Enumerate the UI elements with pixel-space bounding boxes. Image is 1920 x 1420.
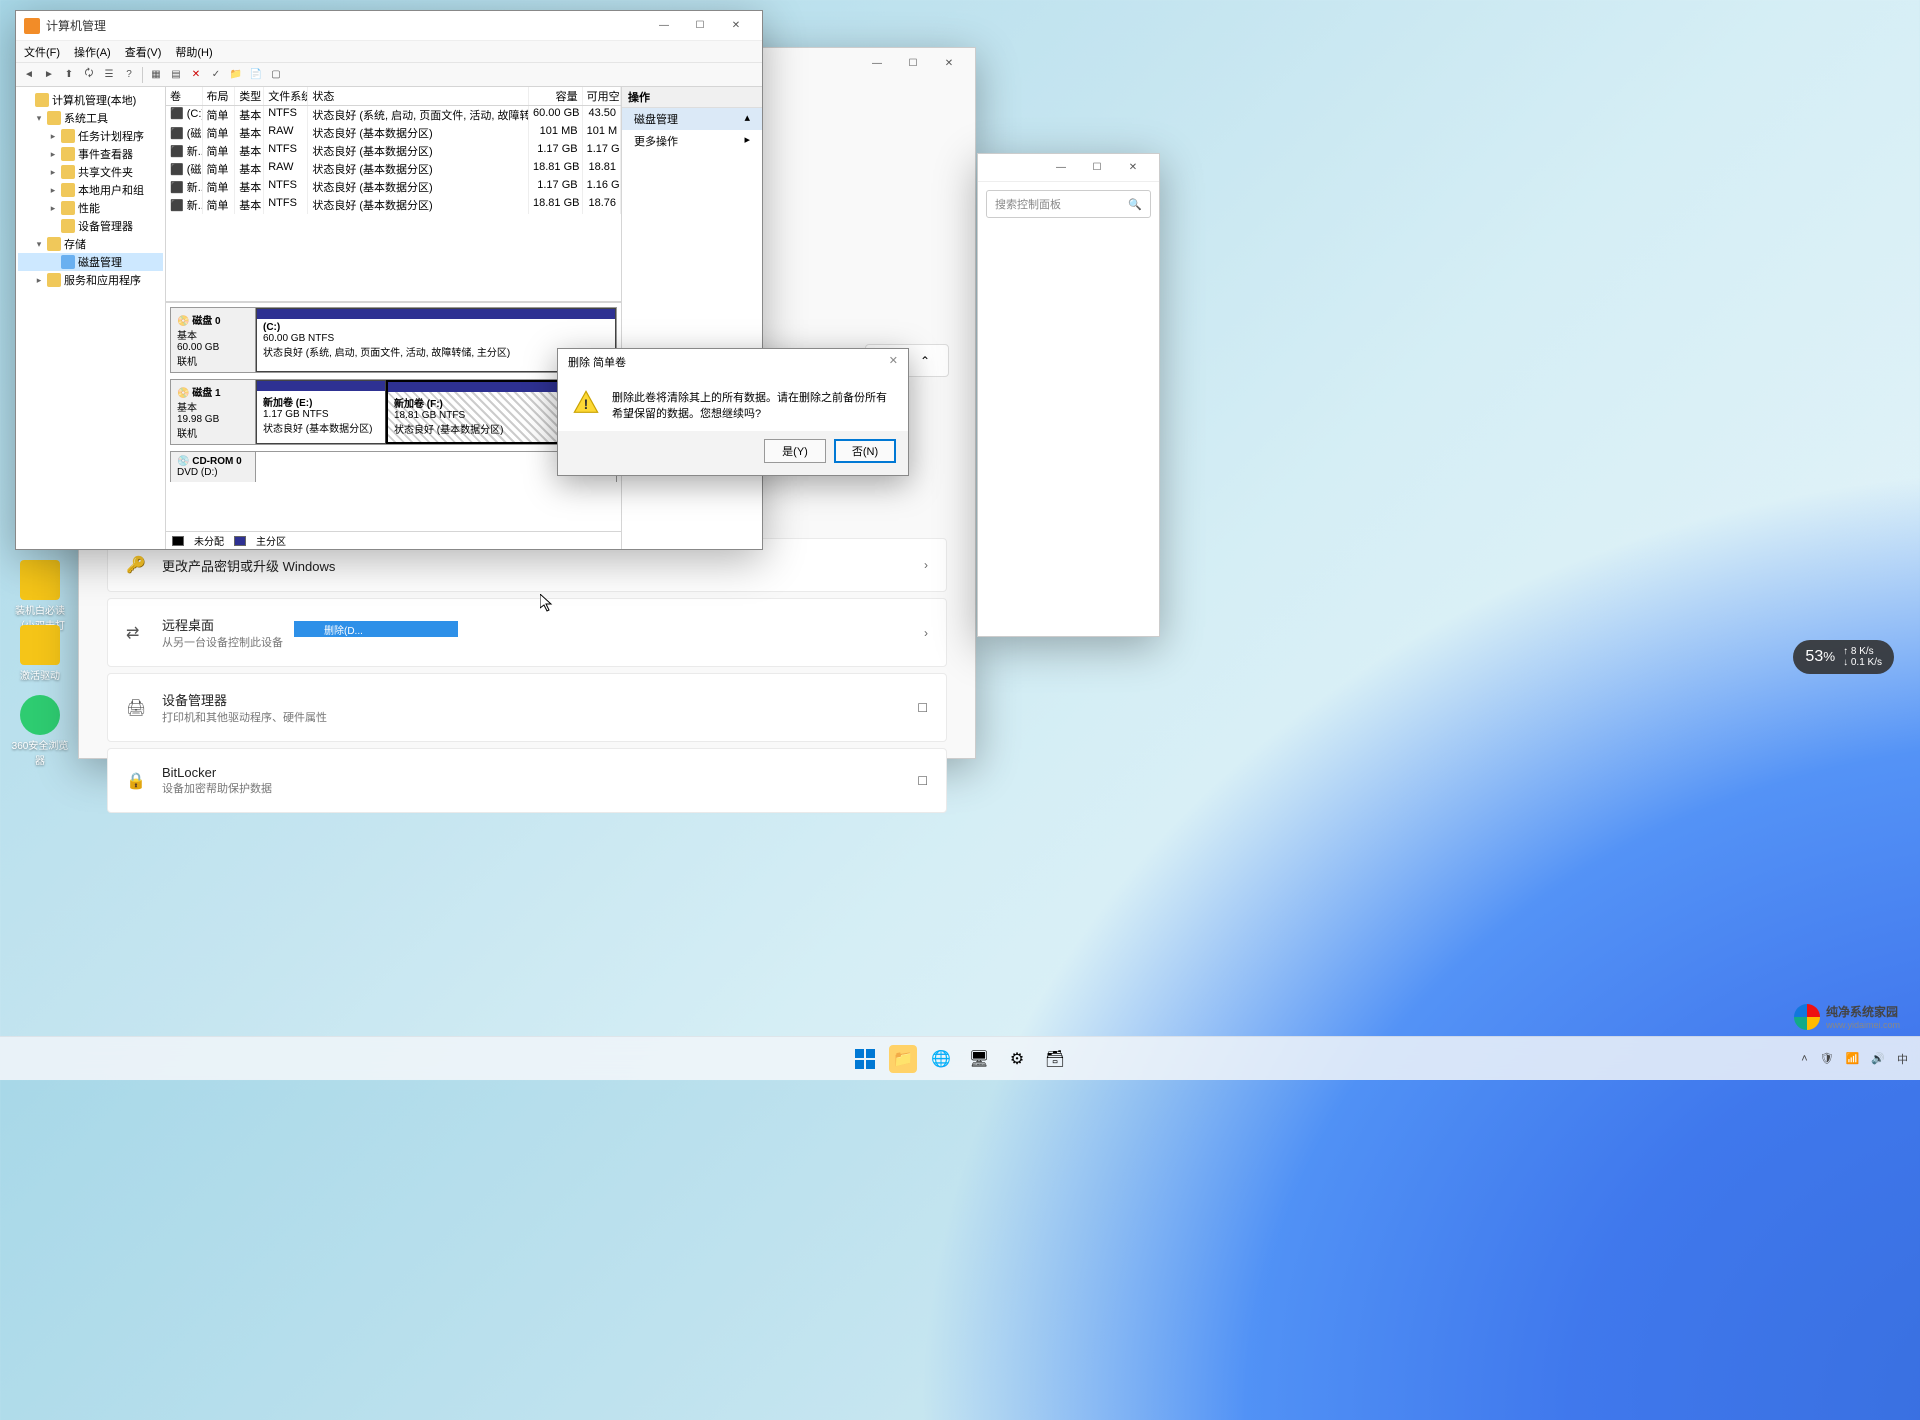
taskbar-edge-icon[interactable]: 🌐 (927, 1045, 955, 1073)
actions-pane: 操作 磁盘管理▴ 更多操作▸ (622, 87, 762, 549)
toolbar-properties-button[interactable]: ☰ (100, 66, 118, 84)
settings-close-button[interactable]: ✕ (931, 50, 967, 76)
selection-highlight: 删除(D... (294, 621, 458, 637)
actions-diskmgmt[interactable]: 磁盘管理▴ (622, 108, 762, 130)
taskbar-settings-icon[interactable]: 🖥 (965, 1045, 993, 1073)
toolbar-up-button[interactable]: ⬆ (60, 66, 78, 84)
setting-item-device-manager[interactable]: 🖨 设备管理器打印机和其他驱动程序、硬件属性 ☐ (107, 673, 947, 742)
toolbar-view1-button[interactable]: ▦ (147, 66, 165, 84)
cursor-icon (540, 594, 556, 614)
delete-volume-dialog: 删除 简单卷 ✕ ! 删除此卷将清除其上的所有数据。请在删除之前备份所有希望保留的… (557, 348, 909, 476)
dialog-message: 删除此卷将清除其上的所有数据。请在删除之前备份所有希望保留的数据。您想继续吗? (612, 389, 894, 421)
key-icon: 🔑 (126, 555, 146, 575)
tree-node-disk-management[interactable]: 磁盘管理 (18, 253, 163, 271)
control-panel-search-input[interactable]: 搜索控制面板 🔍 (986, 190, 1151, 218)
toolbar-back-button[interactable]: ◄ (20, 66, 38, 84)
taskbar-app-icon[interactable]: 🗃 (1041, 1045, 1069, 1073)
toolbar-check-button[interactable]: ✓ (207, 66, 225, 84)
start-button[interactable] (851, 1045, 879, 1073)
menu-help[interactable]: 帮助(H) (175, 44, 212, 60)
maximize-button[interactable]: ☐ (682, 13, 718, 39)
lock-icon: 🔒 (126, 771, 146, 791)
dialog-close-button[interactable]: ✕ (889, 354, 898, 370)
dialog-yes-button[interactable]: 是(Y) (764, 439, 826, 463)
desktop-icon-browser[interactable]: 360安全浏览器 (10, 695, 70, 767)
desktop-icon-activation[interactable]: 激活驱动 (10, 625, 70, 682)
chevron-right-icon: ▸ (744, 133, 750, 149)
toolbar-icon-button[interactable]: 📄 (247, 66, 265, 84)
tray-ime-icon[interactable]: 中 (1897, 1051, 1908, 1067)
open-external-icon: ☐ (917, 701, 928, 715)
actions-more[interactable]: 更多操作▸ (622, 130, 762, 152)
volume-row[interactable]: ⬛ 新...简单基本NTFS状态良好 (基本数据分区)18.81 GB18.76 (166, 196, 621, 214)
setting-item-bitlocker[interactable]: 🔒 BitLocker设备加密帮助保护数据 ☐ (107, 748, 947, 813)
control-panel-window: — ☐ ✕ 搜索控制面板 🔍 (977, 153, 1160, 637)
volume-row[interactable]: ⬛ 新...简单基本NTFS状态良好 (基本数据分区)1.17 GB1.17 G (166, 142, 621, 160)
toolbar-view2-button[interactable]: ▤ (167, 66, 185, 84)
navigation-tree[interactable]: 计算机管理(本地) ▾系统工具 ▸任务计划程序 ▸事件查看器 ▸共享文件夹 ▸本… (16, 87, 166, 549)
cpl-close-button[interactable]: ✕ (1115, 155, 1151, 181)
minimize-button[interactable]: — (646, 13, 682, 39)
warning-icon: ! (572, 389, 600, 417)
taskbar-explorer-icon[interactable]: 📁 (889, 1045, 917, 1073)
settings-minimize-button[interactable]: — (859, 50, 895, 76)
cpl-minimize-button[interactable]: — (1043, 155, 1079, 181)
taskbar-gear-icon[interactable]: ⚙ (1003, 1045, 1031, 1073)
settings-maximize-button[interactable]: ☐ (895, 50, 931, 76)
device-icon: 🖨 (126, 698, 146, 718)
toolbar-refresh-button[interactable]: 🗘 (80, 66, 98, 84)
disk-row-0: 📀 磁盘 0基本60.00 GB联机 (C:)60.00 GB NTFS状态良好… (170, 307, 617, 373)
disk-graphics-pane[interactable]: 📀 磁盘 0基本60.00 GB联机 (C:)60.00 GB NTFS状态良好… (166, 303, 621, 531)
open-external-icon: ☐ (917, 774, 928, 788)
tray-volume-icon[interactable]: 🔊 (1871, 1052, 1885, 1065)
partition-e[interactable]: 新加卷 (E:)1.17 GB NTFS状态良好 (基本数据分区) (256, 380, 386, 444)
tray-network-icon[interactable]: 📶 (1846, 1052, 1860, 1065)
app-icon (24, 18, 40, 34)
toolbar-forward-button[interactable]: ► (40, 66, 58, 84)
menu-file[interactable]: 文件(F) (24, 44, 60, 60)
dialog-no-button[interactable]: 否(N) (834, 439, 896, 463)
dialog-title: 删除 简单卷 (568, 354, 626, 370)
window-title: 计算机管理 (46, 17, 646, 34)
menu-action[interactable]: 操作(A) (74, 44, 111, 60)
toolbar-delete-button[interactable]: ✕ (187, 66, 205, 84)
volume-row[interactable]: ⬛ (磁...简单基本RAW状态良好 (基本数据分区)101 MB101 M (166, 124, 621, 142)
volume-list[interactable]: 卷 布局 类型 文件系统 状态 容量 可用空 ⬛ (C:)简单基本NTFS状态良… (166, 87, 621, 303)
watermark-logo-icon (1794, 1004, 1820, 1030)
toolbar-icon-button[interactable]: ▢ (267, 66, 285, 84)
taskbar[interactable]: 📁 🌐 🖥 ⚙ 🗃 ˄ 🛡 📶 🔊 中 (0, 1036, 1920, 1080)
network-widget[interactable]: 53% ↑ 8 K/s↓ 0.1 K/s (1793, 640, 1894, 674)
tray-chevron-icon[interactable]: ˄ (1801, 1053, 1807, 1065)
disk-row-1: 📀 磁盘 1基本19.98 GB联机 新加卷 (E:)1.17 GB NTFS状… (170, 379, 617, 445)
svg-text:!: ! (584, 396, 589, 412)
collapse-icon: ▴ (744, 111, 750, 127)
cpl-maximize-button[interactable]: ☐ (1079, 155, 1115, 181)
chevron-right-icon: › (924, 626, 928, 640)
toolbar-icon-button[interactable]: 📁 (227, 66, 245, 84)
volume-row[interactable]: ⬛ 新...简单基本NTFS状态良好 (基本数据分区)1.17 GB1.16 G (166, 178, 621, 196)
menu-view[interactable]: 查看(V) (125, 44, 162, 60)
search-icon: 🔍 (1128, 198, 1142, 211)
volume-row[interactable]: ⬛ (磁...简单基本RAW状态良好 (基本数据分区)18.81 GB18.81 (166, 160, 621, 178)
close-button[interactable]: ✕ (718, 13, 754, 39)
volume-row[interactable]: ⬛ (C:)简单基本NTFS状态良好 (系统, 启动, 页面文件, 活动, 故障… (166, 106, 621, 124)
disk-row-cdrom: 💿 CD-ROM 0DVD (D:) (170, 451, 617, 482)
watermark: 纯净系统家园www.yidaimei.com (1794, 1003, 1900, 1030)
toolbar-help-button[interactable]: ? (120, 66, 138, 84)
chevron-right-icon: › (924, 558, 928, 572)
remote-icon: ⇄ (126, 623, 146, 643)
tray-shield-icon[interactable]: 🛡 (1820, 1052, 1834, 1065)
setting-item-remote-desktop[interactable]: ⇄ 远程桌面从另一台设备控制此设备 删除(D... › (107, 598, 947, 667)
